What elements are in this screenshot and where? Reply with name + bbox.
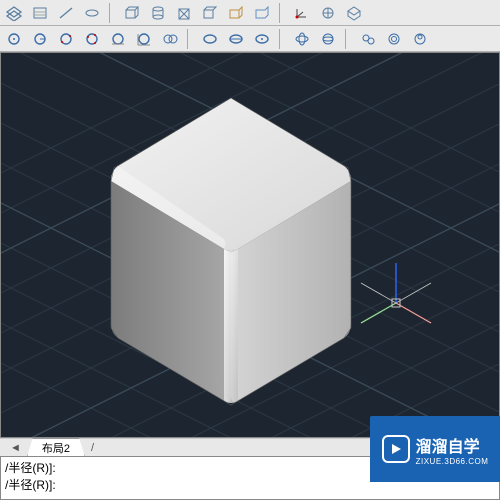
circle-tool-icon[interactable]	[80, 28, 104, 50]
cube-object	[1, 53, 500, 438]
toolbar-row-1	[0, 0, 500, 26]
circle-tool-icon[interactable]	[158, 28, 182, 50]
circle-tool-icon[interactable]	[132, 28, 156, 50]
tool-cone-icon[interactable]	[198, 2, 222, 24]
toolbar-separator	[279, 29, 285, 49]
play-icon	[382, 435, 410, 463]
ellipse-tool-icon[interactable]	[224, 28, 248, 50]
circle-tool-icon[interactable]	[28, 28, 52, 50]
toolbar-row-2	[0, 26, 500, 52]
tool-layers-icon[interactable]	[2, 2, 26, 24]
circle-tool-icon[interactable]	[2, 28, 26, 50]
ellipse-tool-icon[interactable]	[198, 28, 222, 50]
toolbar-separator	[187, 29, 193, 49]
watermark-title: 溜溜自学	[416, 433, 489, 457]
circle-tool-icon[interactable]	[106, 28, 130, 50]
watermark-subtitle: ZIXUE.3D66.COM	[416, 457, 489, 466]
toolbar-separator	[279, 3, 285, 23]
tool-ucs-icon[interactable]	[290, 2, 314, 24]
ellipse-tool-icon[interactable]	[290, 28, 314, 50]
circle-tool-icon[interactable]	[382, 28, 406, 50]
tool-line-icon[interactable]	[54, 2, 78, 24]
tool-cyl-icon[interactable]	[146, 2, 170, 24]
ellipse-tool-icon[interactable]	[316, 28, 340, 50]
tool-box-icon[interactable]	[120, 2, 144, 24]
tool-view-icon[interactable]	[316, 2, 340, 24]
watermark-badge: 溜溜自学 ZIXUE.3D66.COM	[370, 416, 500, 482]
tool-hatch-icon[interactable]	[28, 2, 52, 24]
circle-tool-icon[interactable]	[356, 28, 380, 50]
tool-rect-icon[interactable]	[80, 2, 104, 24]
ellipse-tool-icon[interactable]	[250, 28, 274, 50]
tool-3dview-icon[interactable]	[342, 2, 366, 24]
circle-tool-icon[interactable]	[408, 28, 432, 50]
viewport-3d[interactable]	[0, 52, 500, 438]
circle-tool-icon[interactable]	[54, 28, 78, 50]
layout-tab[interactable]: 布局2	[27, 438, 85, 457]
toolbar-separator	[109, 3, 115, 23]
toolbar-separator	[345, 29, 351, 49]
tool-torus-icon[interactable]	[250, 2, 274, 24]
tool-sphere-icon[interactable]	[172, 2, 196, 24]
tool-wedge-icon[interactable]	[224, 2, 248, 24]
